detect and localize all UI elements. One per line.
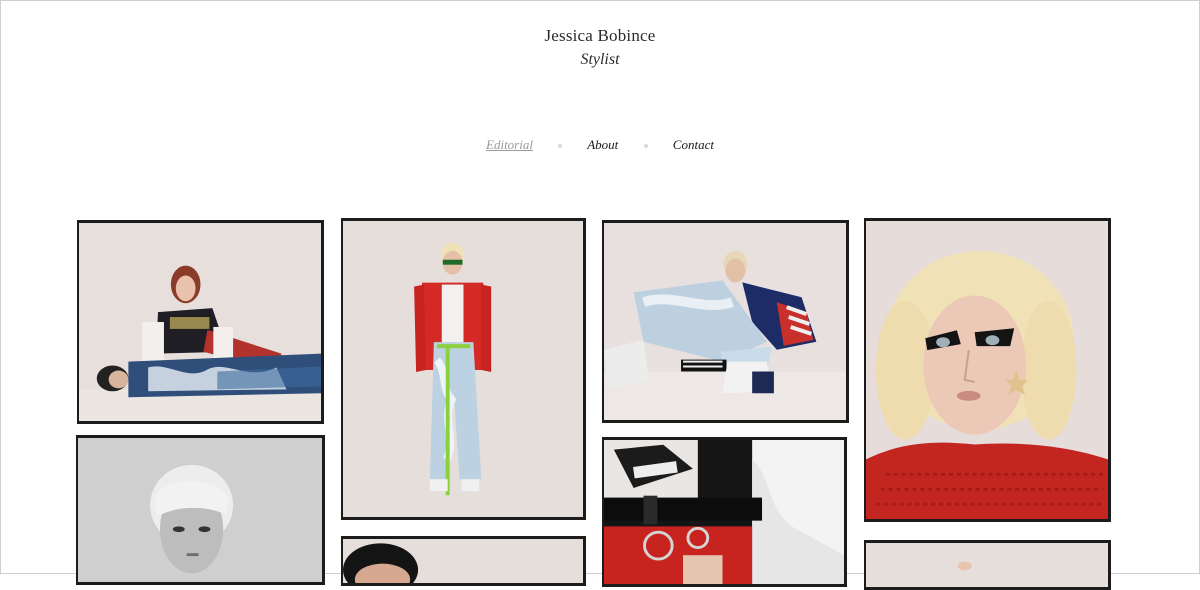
gallery-photo-1[interactable] bbox=[77, 220, 324, 424]
nav-separator-dot bbox=[643, 144, 648, 149]
photo-4-image bbox=[866, 221, 1108, 519]
nav-link-contact[interactable]: Contact bbox=[673, 137, 714, 152]
site-subtitle: Stylist bbox=[580, 51, 620, 68]
nav-separator-dot bbox=[558, 144, 563, 149]
nav-link-about[interactable]: About bbox=[587, 137, 618, 152]
photo-1-image bbox=[79, 223, 321, 421]
nav-link-editorial[interactable]: Editorial bbox=[486, 137, 533, 152]
gallery-photo-6[interactable] bbox=[341, 536, 586, 586]
main-nav: Editorial About Contact bbox=[0, 137, 1200, 153]
gallery-photo-7[interactable] bbox=[602, 437, 847, 587]
photo-3-image bbox=[604, 223, 846, 420]
photo-7-image bbox=[604, 440, 844, 584]
gallery-photo-5[interactable] bbox=[76, 435, 325, 585]
site-header: Jessica Bobince Stylist bbox=[0, 26, 1200, 70]
gallery-photo-8[interactable] bbox=[864, 540, 1111, 590]
gallery-photo-3[interactable] bbox=[602, 220, 849, 423]
photo-8-image bbox=[866, 543, 1108, 587]
photo-6-image bbox=[343, 539, 583, 583]
gallery-photo-2[interactable] bbox=[341, 218, 586, 520]
site-title[interactable]: Jessica Bobince bbox=[0, 26, 1200, 46]
photo-5-image bbox=[78, 438, 322, 582]
gallery-photo-4[interactable] bbox=[864, 218, 1111, 522]
photo-2-image bbox=[343, 221, 583, 517]
